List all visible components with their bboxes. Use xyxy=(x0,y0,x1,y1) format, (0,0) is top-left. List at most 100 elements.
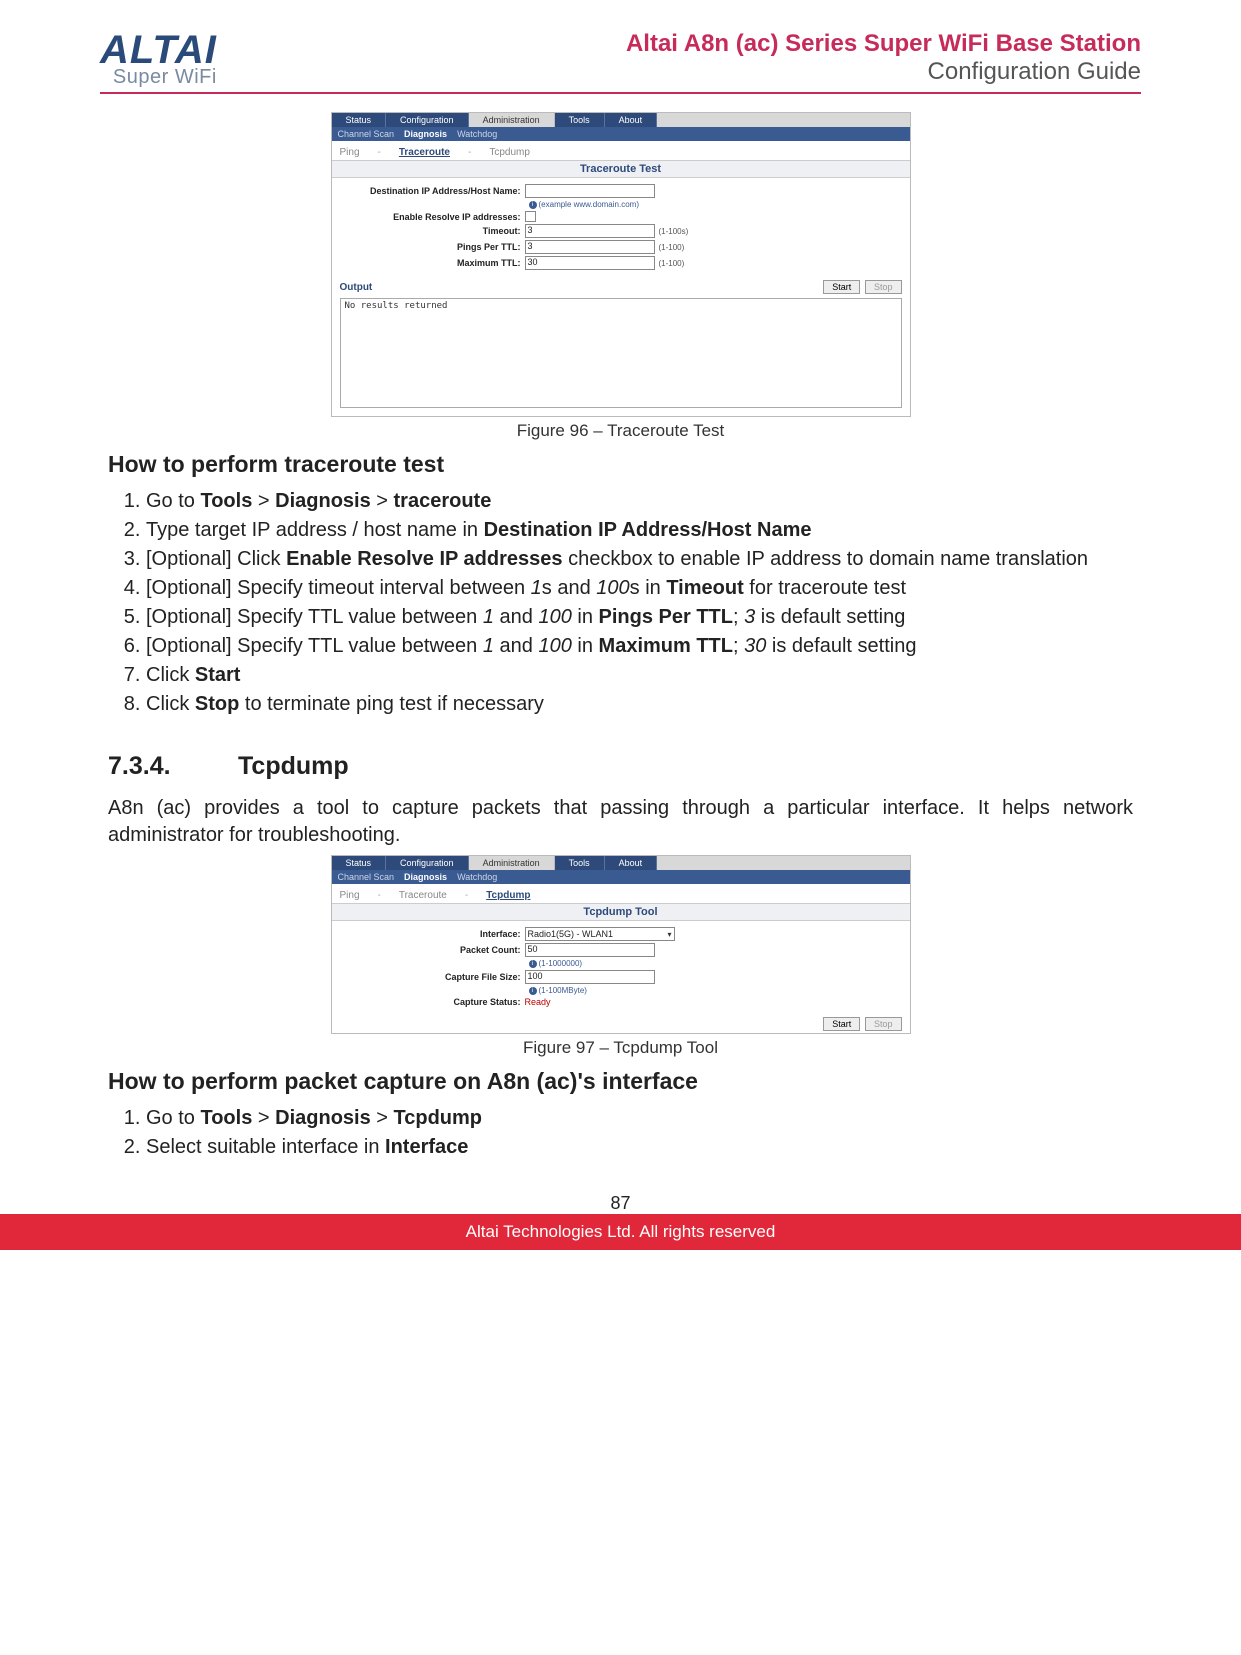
step-5: [Optional] Specify TTL value between 1 a… xyxy=(146,604,1133,631)
fsize-input[interactable]: 100 xyxy=(525,970,655,984)
traceroute-form: Destination IP Address/Host Name: i (exa… xyxy=(332,178,910,276)
crumb-traceroute[interactable]: Traceroute xyxy=(399,147,450,158)
subtab-diagnosis[interactable]: Diagnosis xyxy=(404,872,447,882)
figure-96-caption: Figure 96 – Traceroute Test xyxy=(100,421,1141,441)
count-input[interactable]: 50 xyxy=(525,943,655,957)
page-number: 87 xyxy=(100,1193,1141,1214)
tab-tools[interactable]: Tools xyxy=(555,856,605,870)
subtab-diagnosis[interactable]: Diagnosis xyxy=(404,129,447,139)
separator-icon: - xyxy=(378,147,381,158)
iface-value: Radio1(5G) - WLAN1 xyxy=(528,929,614,939)
crumb-tcpdump[interactable]: Tcpdump xyxy=(489,147,530,158)
info-icon: i xyxy=(529,960,537,968)
tab-configuration[interactable]: Configuration xyxy=(386,856,469,870)
resolve-checkbox[interactable] xyxy=(525,211,536,222)
step-2: Select suitable interface in Interface xyxy=(146,1134,1133,1161)
start-button[interactable]: Start xyxy=(823,1017,860,1031)
step-4: [Optional] Specify timeout interval betw… xyxy=(146,575,1133,602)
tab-about[interactable]: About xyxy=(605,113,658,127)
timeout-input[interactable]: 3 xyxy=(525,224,655,238)
section-heading: 7.3.4.Tcpdump xyxy=(108,752,1133,781)
crumb-tcpdump[interactable]: Tcpdump xyxy=(486,890,530,901)
step-1: Go to Tools > Diagnosis > Tcpdump xyxy=(146,1105,1133,1132)
step-1: Go to Tools > Diagnosis > traceroute xyxy=(146,488,1133,515)
step-7: Click Start xyxy=(146,662,1133,689)
logo-sub: Super WiFi xyxy=(100,68,217,86)
main-tabs: Status Configuration Administration Tool… xyxy=(332,856,910,870)
tab-configuration[interactable]: Configuration xyxy=(386,113,469,127)
fsize-hint: i (1-100MByte) xyxy=(529,986,902,995)
logo: ALTAI Super WiFi xyxy=(100,32,217,86)
diagnosis-crumbs: Ping - Traceroute - Tcpdump xyxy=(332,141,910,160)
footer: Altai Technologies Ltd. All rights reser… xyxy=(0,1214,1241,1250)
count-label: Packet Count: xyxy=(340,945,525,955)
tab-administration[interactable]: Administration xyxy=(469,856,555,870)
pings-input[interactable]: 3 xyxy=(525,240,655,254)
tab-about[interactable]: About xyxy=(605,856,658,870)
maxttl-range: (1-100) xyxy=(659,259,685,268)
sub-tabs: Channel Scan Diagnosis Watchdog xyxy=(332,127,910,141)
timeout-range: (1-100s) xyxy=(659,227,689,236)
tab-tools[interactable]: Tools xyxy=(555,113,605,127)
crumb-traceroute[interactable]: Traceroute xyxy=(399,890,447,901)
tcpdump-panel: Status Configuration Administration Tool… xyxy=(331,855,911,1034)
iface-label: Interface: xyxy=(340,929,525,939)
figure-96: Status Configuration Administration Tool… xyxy=(100,112,1141,417)
step-3: [Optional] Click Enable Resolve IP addre… xyxy=(146,546,1133,573)
tab-status[interactable]: Status xyxy=(332,856,387,870)
step-8: Click Stop to terminate ping test if nec… xyxy=(146,691,1133,718)
output-text: No results returned xyxy=(341,299,901,313)
tab-administration[interactable]: Administration xyxy=(469,113,555,127)
start-button[interactable]: Start xyxy=(823,280,860,294)
traceroute-panel: Status Configuration Administration Tool… xyxy=(331,112,911,417)
diagnosis-crumbs: Ping - Traceroute - Tcpdump xyxy=(332,884,910,903)
iface-select[interactable]: Radio1(5G) - WLAN1 ▾ xyxy=(525,927,675,941)
crumb-ping[interactable]: Ping xyxy=(340,147,360,158)
subtab-watchdog[interactable]: Watchdog xyxy=(457,872,497,882)
info-icon: i xyxy=(529,987,537,995)
section-para: A8n (ac) provides a tool to capture pack… xyxy=(108,795,1133,849)
stop-button[interactable]: Stop xyxy=(865,280,902,294)
panel-title: Traceroute Test xyxy=(332,160,910,178)
howto1-title: How to perform traceroute test xyxy=(108,451,1133,478)
logo-main: ALTAI xyxy=(100,32,217,68)
tcpdump-form: Interface: Radio1(5G) - WLAN1 ▾ Packet C… xyxy=(332,921,910,1013)
subtab-channel-scan[interactable]: Channel Scan xyxy=(338,129,395,139)
dest-hint: i (example www.domain.com) xyxy=(529,200,902,209)
subtab-channel-scan[interactable]: Channel Scan xyxy=(338,872,395,882)
pings-range: (1-100) xyxy=(659,243,685,252)
stop-button[interactable]: Stop xyxy=(865,1017,902,1031)
fsize-label: Capture File Size: xyxy=(340,972,525,982)
howto2-steps: Go to Tools > Diagnosis > Tcpdump Select… xyxy=(146,1105,1133,1161)
main-tabs: Status Configuration Administration Tool… xyxy=(332,113,910,127)
maxttl-label: Maximum TTL: xyxy=(340,258,525,268)
step-2: Type target IP address / host name in De… xyxy=(146,517,1133,544)
separator-icon: - xyxy=(465,890,468,901)
output-label: Output xyxy=(340,282,373,293)
dest-input[interactable] xyxy=(525,184,655,198)
info-icon: i xyxy=(529,201,537,209)
panel-title: Tcpdump Tool xyxy=(332,903,910,921)
output-box: No results returned xyxy=(340,298,902,408)
separator-icon: - xyxy=(468,147,471,158)
doc-title-line2: Configuration Guide xyxy=(626,58,1141,86)
status-value: Ready xyxy=(525,997,551,1007)
status-label: Capture Status: xyxy=(340,997,525,1007)
tab-status[interactable]: Status xyxy=(332,113,387,127)
crumb-ping[interactable]: Ping xyxy=(340,890,360,901)
sub-tabs: Channel Scan Diagnosis Watchdog xyxy=(332,870,910,884)
page-header: ALTAI Super WiFi Altai A8n (ac) Series S… xyxy=(100,30,1141,94)
maxttl-input[interactable]: 30 xyxy=(525,256,655,270)
howto1-steps: Go to Tools > Diagnosis > traceroute Typ… xyxy=(146,488,1133,718)
section-number: 7.3.4. xyxy=(108,752,238,781)
howto-traceroute: How to perform traceroute test Go to Too… xyxy=(100,451,1141,849)
doc-title: Altai A8n (ac) Series Super WiFi Base St… xyxy=(626,30,1141,86)
figure-97: Status Configuration Administration Tool… xyxy=(100,855,1141,1034)
subtab-watchdog[interactable]: Watchdog xyxy=(457,129,497,139)
step-6: [Optional] Specify TTL value between 1 a… xyxy=(146,633,1133,660)
howto2-title: How to perform packet capture on A8n (ac… xyxy=(108,1068,1133,1095)
count-hint: i (1-1000000) xyxy=(529,959,902,968)
doc-title-line1: Altai A8n (ac) Series Super WiFi Base St… xyxy=(626,30,1141,58)
figure-97-caption: Figure 97 – Tcpdump Tool xyxy=(100,1038,1141,1058)
timeout-label: Timeout: xyxy=(340,226,525,236)
